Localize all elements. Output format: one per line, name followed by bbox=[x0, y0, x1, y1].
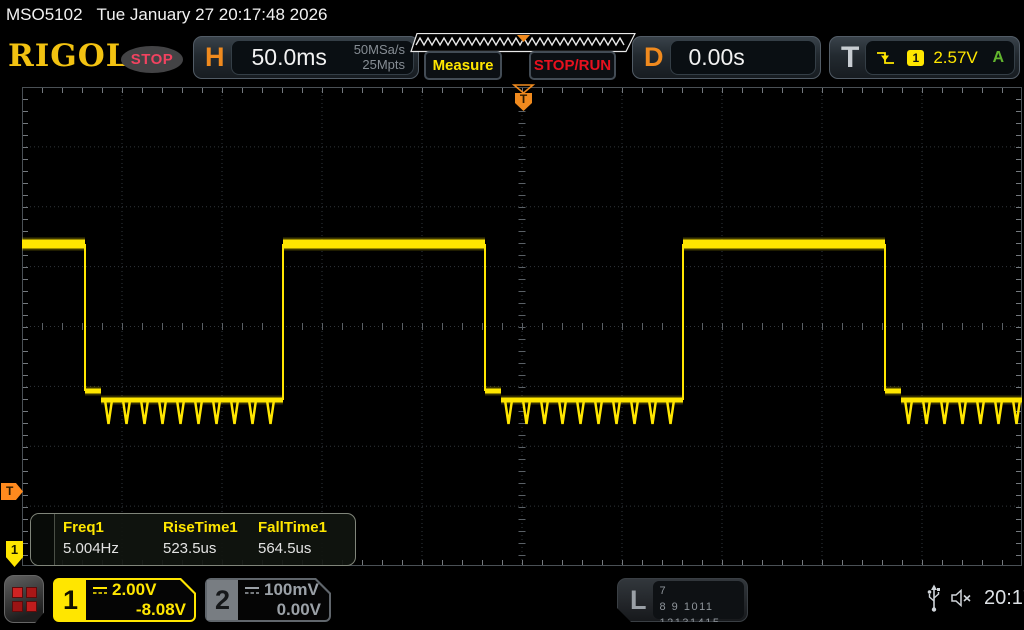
trigger-position-marker[interactable]: T bbox=[509, 83, 538, 113]
red-square-icon bbox=[26, 587, 37, 598]
rigol-logo: RIGOL bbox=[8, 38, 129, 74]
channel2-offset: 0.00V bbox=[244, 600, 321, 620]
waveform-overview-bar[interactable] bbox=[410, 33, 636, 53]
delay-box[interactable]: D 0.00s bbox=[632, 36, 821, 79]
delay-value: 0.00s bbox=[689, 44, 745, 71]
channel2-scale: 100mV bbox=[264, 580, 319, 600]
sample-rate-display: 50MSa/s 25Mpts bbox=[354, 43, 405, 73]
measurement-panel[interactable]: Freq1 5.004Hz RiseTime1 523.5us FallTime… bbox=[30, 513, 356, 566]
measurement-panel-tab[interactable] bbox=[31, 514, 55, 565]
measurement-value: 564.5us bbox=[258, 540, 355, 557]
channel1-status-block[interactable]: 1 2.00V -8.08V bbox=[53, 578, 196, 622]
timebase-value: 50.0ms bbox=[252, 44, 327, 71]
trigger-position-letter: T bbox=[520, 92, 528, 106]
trigger-level-value: 2.57V bbox=[933, 48, 977, 68]
titlebar: MSO5102 Tue January 27 20:17:48 2026 bbox=[6, 0, 341, 30]
measurement-item: RiseTime1 523.5us bbox=[163, 519, 258, 565]
waveform-display-area[interactable] bbox=[22, 87, 1022, 566]
logic-row-1: 0 1 2 3 4 5 6 7 bbox=[660, 568, 745, 600]
red-square-icon bbox=[12, 601, 23, 612]
logic-channel-list: 0 1 2 3 4 5 6 7 8 9 1011 12131415 bbox=[653, 581, 745, 619]
model-name: MSO5102 bbox=[6, 5, 83, 24]
dc-coupling-icon bbox=[244, 585, 260, 596]
measure-button[interactable]: Measure bbox=[424, 51, 502, 80]
channel2-number: 2 bbox=[207, 580, 238, 620]
channel1-scale: 2.00V bbox=[112, 580, 156, 600]
memory-depth: 25Mpts bbox=[354, 58, 405, 73]
stop-run-button[interactable]: STOP/RUN bbox=[529, 51, 616, 80]
logic-channels-block[interactable]: L 0 1 2 3 4 5 6 7 8 9 1011 12131415 bbox=[617, 578, 748, 622]
red-square-icon bbox=[26, 601, 37, 612]
measurement-label: Freq1 bbox=[63, 519, 163, 536]
logic-label: L bbox=[630, 585, 647, 616]
measurement-label: RiseTime1 bbox=[163, 519, 258, 536]
channel2-status-block[interactable]: 2 100mV 0.00V bbox=[205, 578, 331, 622]
red-square-icon bbox=[12, 587, 23, 598]
clock-text: 20:17 bbox=[984, 587, 1024, 610]
channel1-number: 1 bbox=[55, 580, 86, 620]
dc-coupling-icon bbox=[92, 585, 108, 596]
timebase-display: 50.0ms 50MSa/s 25Mpts bbox=[231, 40, 415, 75]
graticule-and-waveform bbox=[22, 87, 1022, 566]
falling-edge-icon bbox=[876, 50, 896, 66]
usb-icon bbox=[926, 584, 942, 612]
delay-label: D bbox=[644, 42, 664, 73]
delay-display: 0.00s bbox=[670, 40, 817, 75]
trigger-source-badge: 1 bbox=[907, 50, 924, 66]
sound-muted-icon[interactable] bbox=[950, 588, 974, 608]
trigger-mode: A bbox=[992, 49, 1004, 67]
trigger-level-marker[interactable]: T bbox=[1, 483, 23, 500]
sample-rate: 50MSa/s bbox=[354, 43, 405, 58]
horizontal-label: H bbox=[205, 42, 225, 73]
function-navigator-button[interactable] bbox=[4, 575, 44, 623]
trigger-box[interactable]: T 1 2.57V A bbox=[829, 36, 1020, 79]
horizontal-timebase-box[interactable]: H 50.0ms 50MSa/s 25Mpts bbox=[193, 36, 419, 79]
measurement-label: FallTime1 bbox=[258, 519, 355, 536]
datetime-text: Tue January 27 20:17:48 2026 bbox=[97, 5, 328, 24]
measurement-results: Freq1 5.004Hz RiseTime1 523.5us FallTime… bbox=[55, 514, 355, 565]
oscilloscope-screen: MSO5102 Tue January 27 20:17:48 2026 RIGO… bbox=[0, 0, 1024, 630]
channel1-offset: -8.08V bbox=[92, 600, 186, 620]
measurement-value: 523.5us bbox=[163, 540, 258, 557]
logic-row-2: 8 9 1011 12131415 bbox=[660, 600, 745, 630]
measurement-value: 5.004Hz bbox=[63, 540, 163, 557]
channel1-offset-marker[interactable]: 1 bbox=[6, 541, 23, 567]
measurement-item: FallTime1 564.5us bbox=[258, 519, 355, 565]
trigger-label: T bbox=[841, 41, 859, 75]
trigger-display: 1 2.57V A bbox=[865, 40, 1015, 75]
acquisition-state-badge: STOP bbox=[121, 46, 183, 73]
measurement-item: Freq1 5.004Hz bbox=[63, 519, 163, 565]
